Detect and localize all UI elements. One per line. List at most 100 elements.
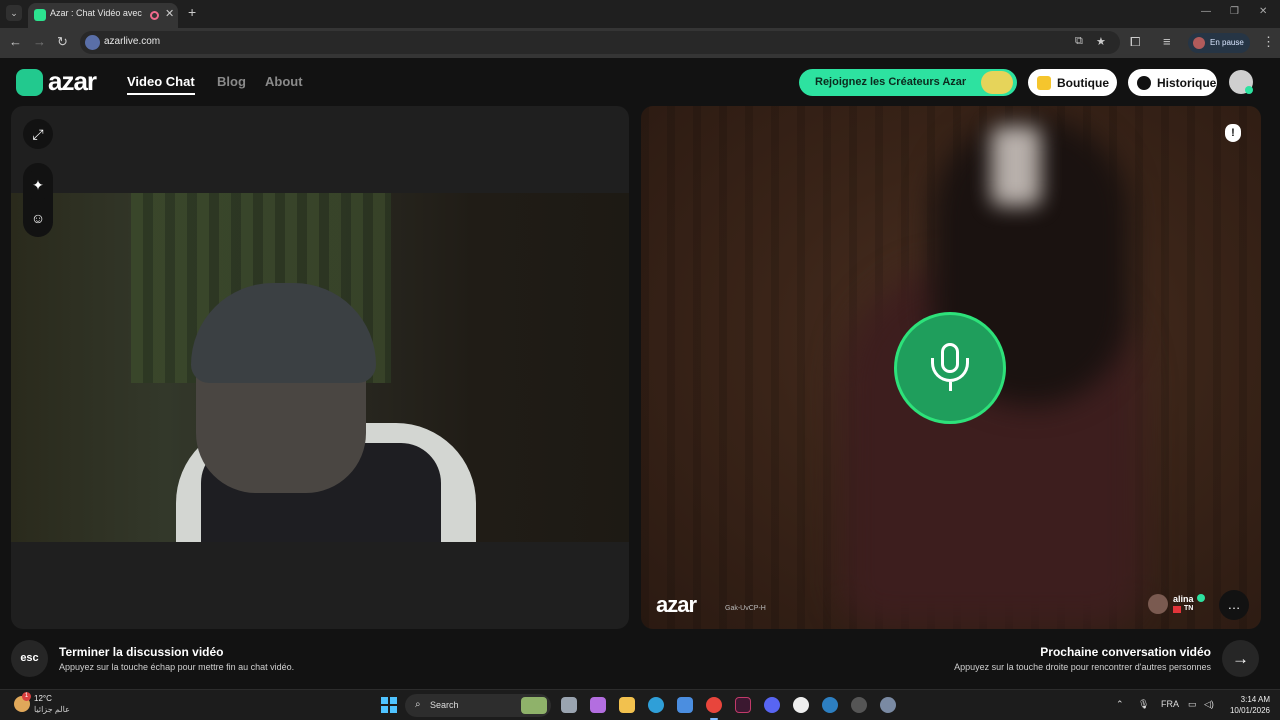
address-bar: ← → ↻ azarlive.com ⧉ ★ ⧠ ≡ En pause ⋮: [0, 28, 1280, 58]
watermark-id: Gak-UvCP-H: [725, 605, 766, 612]
azar-watermark: azar: [656, 592, 697, 617]
maximize-icon[interactable]: ❐: [1230, 6, 1239, 17]
windows-taskbar: 1 12°C عالم جزائيا ⌕ Search ⌃ 🎙 FRA ▭ ◁)…: [0, 689, 1280, 720]
omnibox[interactable]: azarlive.com ⧉ ★: [80, 31, 1120, 54]
azar-favicon-icon: [34, 9, 46, 21]
tab-search-icon[interactable]: ⌄: [6, 5, 22, 21]
report-shield-icon[interactable]: !: [1225, 124, 1241, 142]
minimize-icon[interactable]: —: [1201, 6, 1211, 17]
shop-button[interactable]: Boutique: [1028, 69, 1117, 96]
face-filter-icon[interactable]: ☺: [23, 203, 53, 233]
expand-icon[interactable]: ⤢: [23, 119, 53, 149]
system-clock[interactable]: 3:14 AM 10/01/2026: [1224, 694, 1270, 716]
extensions-icon[interactable]: ⧠: [1130, 34, 1140, 50]
history-label: Historique: [1157, 76, 1217, 90]
microphone-button[interactable]: [894, 312, 1006, 424]
shop-label: Boutique: [1057, 76, 1109, 90]
new-tab-icon[interactable]: +: [188, 4, 196, 20]
end-chat-button[interactable]: esc: [11, 640, 48, 677]
country-flag-icon: [1173, 606, 1181, 613]
steam-icon[interactable]: [822, 697, 838, 713]
github-icon[interactable]: [851, 697, 867, 713]
verified-icon: [1197, 594, 1205, 602]
history-button[interactable]: Historique: [1128, 69, 1217, 96]
forward-icon[interactable]: →: [33, 34, 46, 49]
profile-avatar: [1193, 37, 1205, 49]
file-explorer-icon[interactable]: [619, 697, 635, 713]
search-icon: ⌕: [415, 699, 421, 710]
windows-start-icon[interactable]: [381, 697, 397, 713]
local-video-panel: ⤢ ✦ ☺: [11, 106, 629, 629]
next-chat-title: Prochaine conversation vidéo: [1040, 645, 1211, 659]
browser-menu-icon[interactable]: ⋮: [1262, 34, 1275, 50]
close-tab-icon[interactable]: ✕: [165, 7, 174, 20]
blurred-phone: [991, 126, 1041, 206]
clock-time: 3:14 AM: [1240, 695, 1270, 704]
tray-microphone-icon[interactable]: 🎙: [1138, 699, 1149, 710]
search-highlight-icon: [521, 697, 547, 714]
effects-toolbar: ✦ ☺: [23, 163, 53, 237]
clock-date: 10/01/2026: [1229, 706, 1270, 715]
join-creators-button[interactable]: Rejoignez les Créateurs Azar: [799, 69, 1017, 96]
end-chat-hint: Appuyez sur la touche échap pour mettre …: [59, 662, 295, 672]
peer-info[interactable]: alina TN: [1144, 589, 1206, 619]
search-label: Search: [430, 700, 459, 710]
clock-icon: [1137, 76, 1151, 90]
weather-text: عالم جزائيا: [34, 705, 70, 714]
discord-icon[interactable]: [764, 697, 780, 713]
online-status-icon: [1245, 86, 1253, 94]
taskbar-search[interactable]: ⌕ Search: [405, 694, 551, 717]
browser-tab[interactable]: Azar : Chat Vidéo avec de n ✕: [28, 3, 178, 28]
edge-icon[interactable]: [648, 697, 664, 713]
nav-about[interactable]: About: [265, 74, 303, 89]
copilot-icon[interactable]: [590, 697, 606, 713]
install-app-icon[interactable]: ⧉: [1075, 35, 1083, 48]
next-chat-hint: Appuyez sur la touche droite pour rencon…: [954, 662, 1211, 672]
recording-icon: [150, 11, 159, 20]
app-circle-icon[interactable]: [793, 697, 809, 713]
chat-bubble-icon[interactable]: …: [1219, 590, 1249, 620]
active-nav-underline: [127, 93, 195, 95]
bookmark-star-icon[interactable]: ★: [1096, 35, 1106, 48]
browser-tab-bar: ⌄ Azar : Chat Vidéo avec de n ✕ + — ❐ ✕: [0, 0, 1280, 28]
store-icon[interactable]: [677, 697, 693, 713]
media-app-icon[interactable]: [735, 697, 751, 713]
back-icon[interactable]: ←: [9, 34, 22, 49]
microphone-icon-stand: [931, 358, 969, 382]
weather-temp: 12°C: [34, 694, 52, 703]
azar-logo-icon[interactable]: [16, 69, 43, 96]
chrome-icon[interactable]: [706, 697, 722, 713]
url-text[interactable]: azarlive.com: [104, 36, 160, 47]
nav-blog[interactable]: Blog: [217, 74, 246, 89]
media-controls-icon[interactable]: ≡: [1163, 34, 1171, 49]
join-creators-label: Rejoignez les Créateurs Azar: [815, 76, 967, 88]
sparkle-effects-icon[interactable]: ✦: [23, 170, 53, 200]
local-camera-feed: [11, 193, 629, 542]
profile-status: En pause: [1210, 38, 1244, 47]
network-icon[interactable]: ▭: [1188, 699, 1197, 710]
site-info-icon[interactable]: [85, 35, 100, 50]
peer-country: TN: [1184, 605, 1194, 612]
reload-icon[interactable]: ↻: [57, 34, 68, 50]
end-chat-title: Terminer la discussion vidéo: [59, 645, 224, 659]
volume-icon[interactable]: ◁): [1204, 699, 1214, 710]
diamond-icon: [1037, 76, 1051, 90]
tray-chevron-icon[interactable]: ⌃: [1116, 699, 1124, 710]
creators-badge-icon: [981, 71, 1013, 94]
remote-video-panel: ! azar Gak-UvCP-H alina TN …: [641, 106, 1261, 629]
tab-title: Azar : Chat Vidéo avec de n: [50, 8, 142, 18]
logo-text[interactable]: azar: [48, 66, 97, 97]
profile-button[interactable]: En pause: [1188, 33, 1250, 53]
peer-name: alina: [1173, 594, 1194, 604]
input-language[interactable]: FRA: [1161, 699, 1179, 709]
settings-gear-icon[interactable]: [880, 697, 896, 713]
task-view-icon[interactable]: [561, 697, 577, 713]
close-window-icon[interactable]: ✕: [1259, 6, 1267, 17]
call-controls: esc Terminer la discussion vidéo Appuyez…: [0, 629, 1280, 689]
nav-video-chat[interactable]: Video Chat: [127, 74, 195, 89]
next-arrow-icon[interactable]: →: [1222, 640, 1259, 677]
microphone-icon-stem: [949, 382, 952, 391]
site-header: azar Video Chat Blog About Rejoignez les…: [0, 58, 1280, 106]
peer-avatar: [1148, 594, 1168, 614]
weather-badge: 1: [22, 692, 31, 701]
